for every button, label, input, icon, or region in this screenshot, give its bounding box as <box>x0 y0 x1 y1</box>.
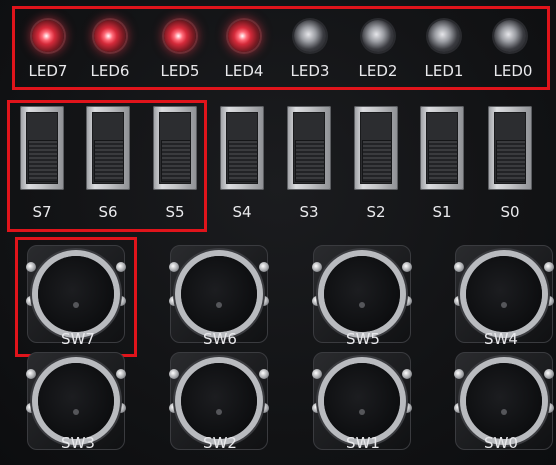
led-4 <box>228 20 260 52</box>
push-button-label: SW0 <box>484 434 518 452</box>
slide-switch-label: S1 <box>432 203 452 221</box>
slide-switch-s5[interactable] <box>153 106 197 190</box>
push-button-label: SW1 <box>346 434 380 452</box>
slide-switch-label: S2 <box>366 203 386 221</box>
slide-switch-s3[interactable] <box>287 106 331 190</box>
slide-switch-s2[interactable] <box>354 106 398 190</box>
push-button-label: SW7 <box>61 330 95 348</box>
led-label: LED0 <box>493 62 533 80</box>
push-button-sw7[interactable] <box>26 245 126 343</box>
led-label: LED5 <box>160 62 200 80</box>
led-label: LED4 <box>224 62 264 80</box>
slide-switch-s0[interactable] <box>488 106 532 190</box>
push-button-label: SW2 <box>203 434 237 452</box>
slide-switch-label: S4 <box>232 203 252 221</box>
led-label: LED2 <box>358 62 398 80</box>
button-cap[interactable] <box>466 363 542 439</box>
push-button-label: SW6 <box>203 330 237 348</box>
button-cap[interactable] <box>181 256 257 332</box>
slide-switch-label: S5 <box>165 203 185 221</box>
slide-switch-s6[interactable] <box>86 106 130 190</box>
slide-switch-knob[interactable] <box>94 140 124 182</box>
led-1 <box>428 20 460 52</box>
button-cap[interactable] <box>324 363 400 439</box>
button-cap[interactable] <box>38 363 114 439</box>
led-label: LED6 <box>90 62 130 80</box>
led-6 <box>94 20 126 52</box>
slide-switch-label: S6 <box>98 203 118 221</box>
slide-switch-label: S0 <box>500 203 520 221</box>
slide-switch-knob[interactable] <box>161 140 191 182</box>
slide-switch-label: S7 <box>32 203 52 221</box>
button-cap[interactable] <box>38 256 114 332</box>
button-cap[interactable] <box>324 256 400 332</box>
push-button-label: SW5 <box>346 330 380 348</box>
push-button-label: SW4 <box>484 330 518 348</box>
led-7 <box>32 20 64 52</box>
slide-switch-s1[interactable] <box>420 106 464 190</box>
slide-switch-knob[interactable] <box>428 140 458 182</box>
slide-switch-s7[interactable] <box>20 106 64 190</box>
button-cap[interactable] <box>466 256 542 332</box>
led-5 <box>164 20 196 52</box>
slide-switch-knob[interactable] <box>28 140 58 182</box>
led-label: LED3 <box>290 62 330 80</box>
slide-switch-knob[interactable] <box>295 140 325 182</box>
led-3 <box>294 20 326 52</box>
slide-switch-s4[interactable] <box>220 106 264 190</box>
push-button-label: SW3 <box>61 434 95 452</box>
push-button-sw5[interactable] <box>312 245 412 343</box>
slide-switch-label: S3 <box>299 203 319 221</box>
button-cap[interactable] <box>181 363 257 439</box>
led-2 <box>362 20 394 52</box>
fpga-board: LED7 LED6 LED5 LED4 LED3 LED2 LED1 LED0 … <box>0 0 556 465</box>
slide-switch-knob[interactable] <box>228 140 258 182</box>
led-label: LED7 <box>28 62 68 80</box>
led-0 <box>494 20 526 52</box>
slide-switch-knob[interactable] <box>362 140 392 182</box>
led-label: LED1 <box>424 62 464 80</box>
slide-switch-knob[interactable] <box>496 140 526 182</box>
push-button-sw4[interactable] <box>454 245 554 343</box>
push-button-sw6[interactable] <box>169 245 269 343</box>
